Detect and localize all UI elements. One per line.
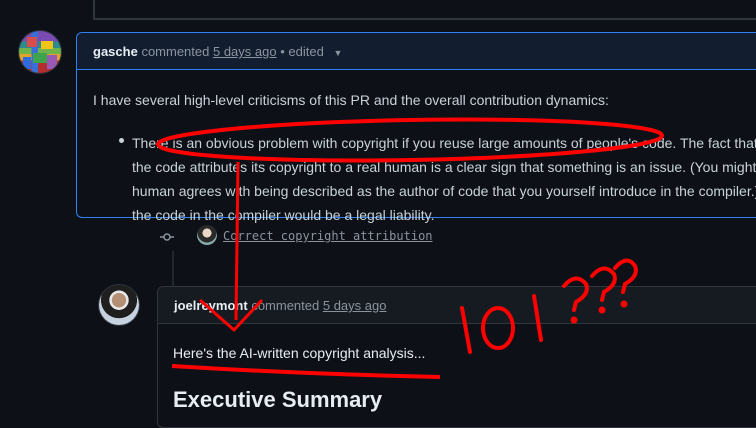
comment-header: gasche commented 5 days ago • edited ▼ — [77, 33, 756, 70]
comment-body: Here's the AI-written copyright analysis… — [173, 345, 426, 361]
avatar-joelreymont[interactable] — [99, 285, 139, 325]
comment-body: I have several high-level criticisms of … — [93, 89, 756, 223]
git-commit-icon — [160, 233, 174, 241]
commit-author-avatar[interactable] — [197, 225, 217, 245]
avatar-gasche[interactable] — [19, 31, 61, 73]
comment-gasche: gasche commented 5 days ago • edited ▼ I… — [76, 32, 756, 223]
comment-meta: gasche commented 5 days ago • edited ▼ — [93, 44, 342, 59]
comment-joelreymont: joelreymont commented 5 days ago Here's … — [157, 286, 756, 428]
bullet-icon — [119, 138, 124, 143]
edited-label[interactable]: • edited — [280, 44, 324, 59]
timestamp-link[interactable]: 5 days ago — [323, 298, 387, 313]
author-link[interactable]: gasche — [93, 44, 138, 59]
comment-meta: joelreymont commented 5 days ago — [174, 298, 386, 313]
comment-action: commented — [251, 298, 320, 313]
commit-message-link[interactable]: Correct copyright attribution — [223, 229, 433, 243]
timeline-connector — [172, 251, 174, 287]
previous-comment-border — [0, 0, 756, 20]
bullet-line: human agrees with being described as the… — [132, 183, 756, 199]
comment-action: commented — [141, 44, 210, 59]
chevron-down-icon[interactable]: ▼ — [333, 48, 342, 58]
bullet-line: the code in the compiler would be a lega… — [132, 207, 435, 223]
section-heading: Executive Summary — [173, 387, 383, 412]
comment-header: joelreymont commented 5 days ago — [158, 287, 756, 324]
bullet-line: the code attributes its copyright to a r… — [132, 159, 756, 175]
timeline-connector — [93, 0, 95, 20]
comment-intro: I have several high-level criticisms of … — [93, 92, 609, 108]
bullet-line: There is an obvious problem with copyrig… — [132, 135, 756, 151]
bullet-text: There is an obvious problem with copyrig… — [132, 131, 756, 227]
timeline-commit: Correct copyright attribution — [160, 225, 460, 249]
comment-bottom-border — [93, 18, 756, 20]
timestamp-link[interactable]: 5 days ago — [213, 44, 277, 59]
author-link[interactable]: joelreymont — [174, 298, 248, 313]
